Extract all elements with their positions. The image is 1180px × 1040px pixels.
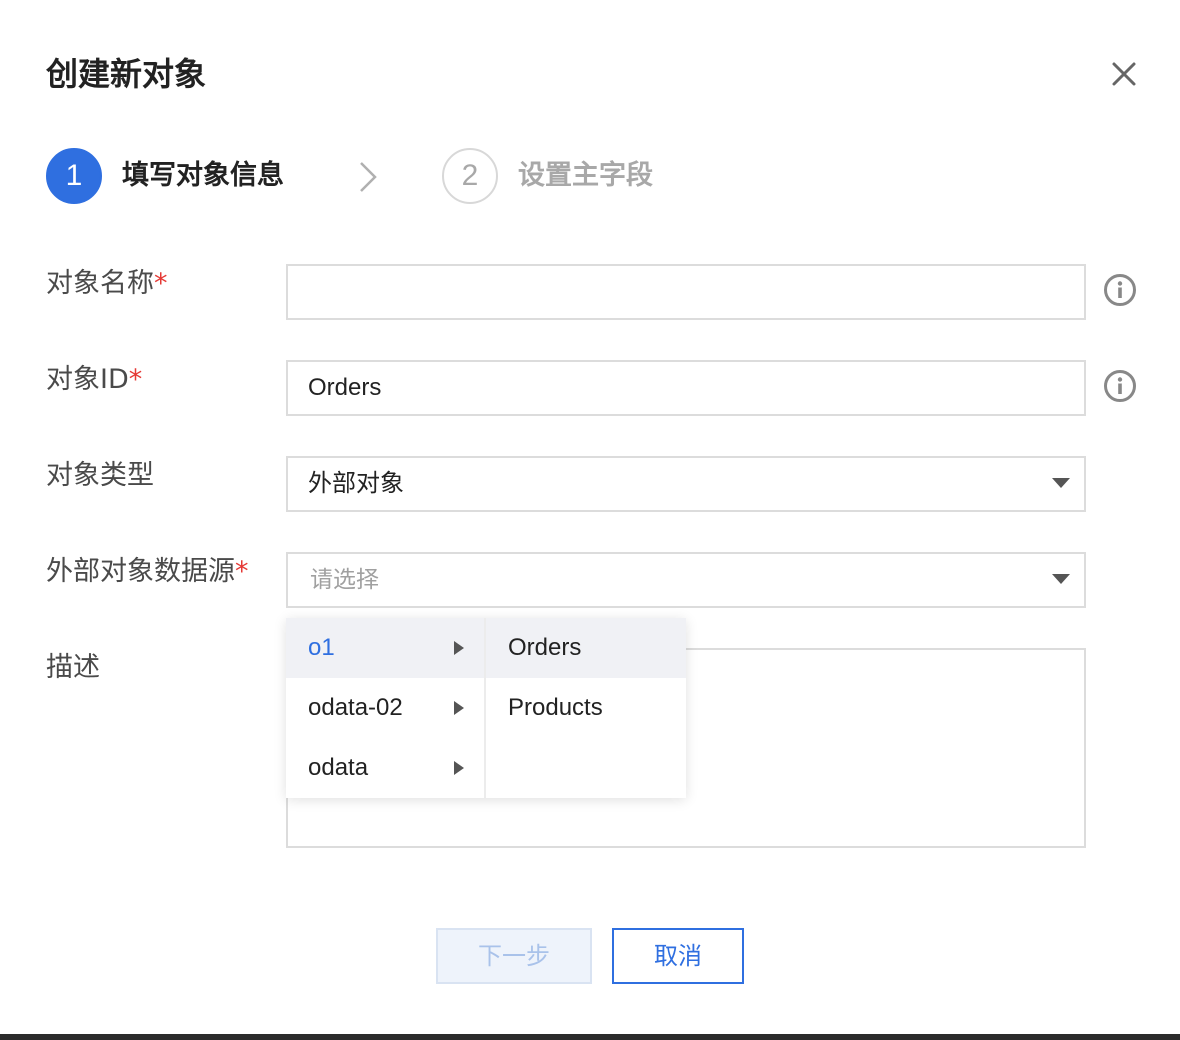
info-icon[interactable] xyxy=(1103,273,1137,307)
step-1-label: 填写对象信息 xyxy=(122,160,284,191)
create-object-dialog: 创建新对象 1 填写对象信息 2 设置主字段 对象名称* 对象ID* Order… xyxy=(0,0,1180,1034)
dialog-title: 创建新对象 xyxy=(46,55,207,93)
cascader-option-odata[interactable]: odata xyxy=(286,738,484,798)
chevron-right-icon xyxy=(356,160,380,194)
caret-down-icon xyxy=(1052,478,1070,488)
external-source-select[interactable]: 请选择 xyxy=(286,552,1086,608)
external-source-label: 外部对象数据源* xyxy=(46,556,249,587)
object-id-input[interactable]: Orders xyxy=(286,360,1086,416)
cascader-option-orders[interactable]: Orders xyxy=(486,618,686,678)
object-type-value: 外部对象 xyxy=(308,470,404,497)
next-button[interactable]: 下一步 xyxy=(436,928,592,984)
cancel-button[interactable]: 取消 xyxy=(612,928,744,984)
required-mark: * xyxy=(128,364,143,395)
info-icon[interactable] xyxy=(1103,369,1137,403)
step-2-label: 设置主字段 xyxy=(518,160,653,191)
object-id-label: 对象ID* xyxy=(46,364,143,395)
description-label: 描述 xyxy=(46,652,100,683)
cascader-column-objects: Orders Products xyxy=(486,618,686,798)
caret-down-icon xyxy=(1052,574,1070,584)
step-2-indicator: 2 xyxy=(442,148,498,204)
bottom-bar xyxy=(0,1034,1180,1040)
object-type-label: 对象类型 xyxy=(46,460,154,491)
cascader-column-sources: o1 odata-02 odata xyxy=(286,618,486,798)
close-icon[interactable] xyxy=(1106,56,1142,92)
caret-right-icon xyxy=(454,641,464,655)
object-name-label: 对象名称* xyxy=(46,268,168,299)
object-type-select[interactable]: 外部对象 xyxy=(286,456,1086,512)
cascader-option-o1[interactable]: o1 xyxy=(286,618,484,678)
object-name-input[interactable] xyxy=(286,264,1086,320)
step-1-indicator: 1 xyxy=(46,148,102,204)
cascader-dropdown: o1 odata-02 odata Orders Products xyxy=(286,618,686,798)
caret-right-icon xyxy=(454,701,464,715)
required-mark: * xyxy=(154,268,168,299)
object-id-value: Orders xyxy=(308,374,382,401)
cascader-option-odata-02[interactable]: odata-02 xyxy=(286,678,484,738)
required-mark: * xyxy=(235,556,249,587)
external-source-placeholder: 请选择 xyxy=(310,567,379,593)
cascader-option-products[interactable]: Products xyxy=(486,678,686,738)
caret-right-icon xyxy=(454,761,464,775)
